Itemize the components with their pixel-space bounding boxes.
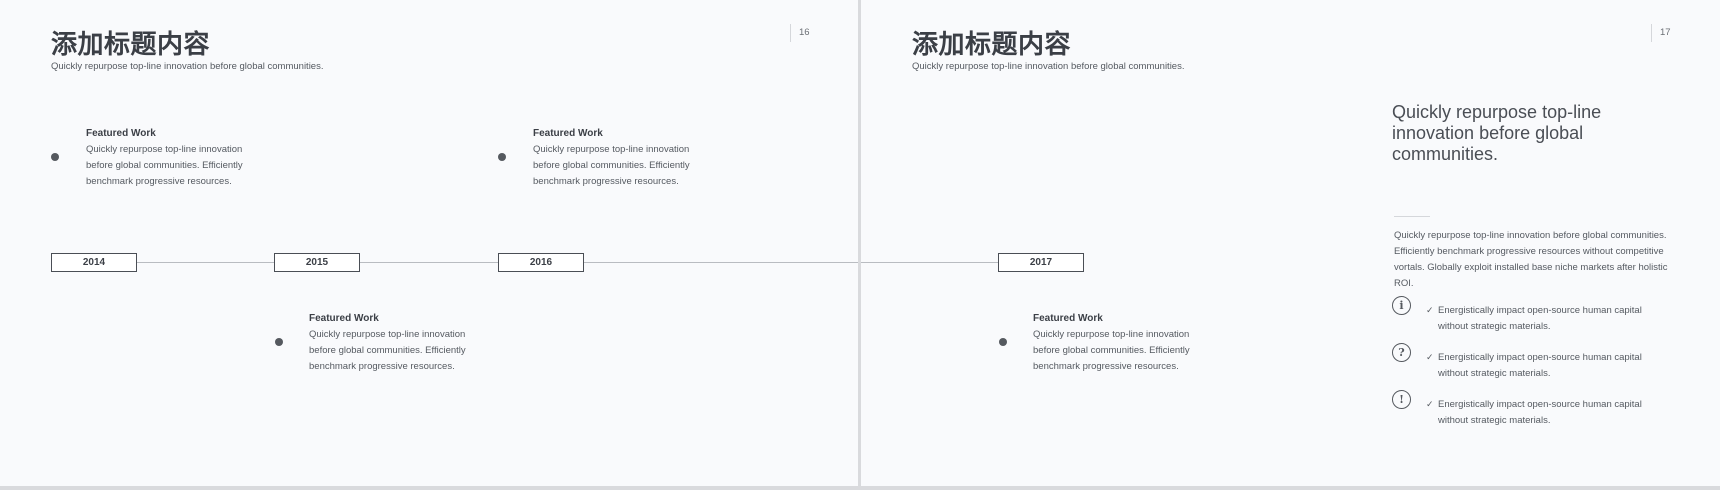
item-title: Featured Work — [533, 128, 603, 139]
body-paragraph: Quickly repurpose top-line innovation be… — [1394, 230, 1668, 289]
item-description: Quickly repurpose top-line innovation be… — [86, 144, 243, 187]
headline: Quickly repurpose top-line innovation be… — [1392, 102, 1602, 164]
item-description: Quickly repurpose top-line innovation be… — [533, 144, 690, 187]
item-title: Featured Work — [309, 313, 379, 324]
exclamation-icon: ! — [1392, 390, 1411, 409]
question-icon: ? — [1392, 343, 1411, 362]
check-icon: ✓ — [1426, 352, 1434, 362]
info-icon: i — [1392, 296, 1411, 315]
timeline-item-2015: Featured Work Quickly repurpose top-line… — [309, 313, 489, 375]
year-box-2016: 2016 — [498, 253, 584, 272]
slide-16: 添加标题内容 Quickly repurpose top-line innova… — [0, 0, 858, 486]
item-title: Featured Work — [1033, 313, 1103, 324]
year-box-2014: 2014 — [51, 253, 137, 272]
checklist-text: Energistically impact open-source human … — [1438, 399, 1642, 426]
item-description: Quickly repurpose top-line innovation be… — [1033, 329, 1190, 372]
checklist-item: i ✓ Energistically impact open-source hu… — [1392, 296, 1692, 332]
timeline-item-2014: Featured Work Quickly repurpose top-line… — [86, 128, 266, 190]
timeline-dot — [498, 153, 506, 161]
slide-title: 添加标题内容 — [51, 30, 211, 60]
item-description: Quickly repurpose top-line innovation be… — [309, 329, 466, 372]
checklist-item: ? ✓ Energistically impact open-source hu… — [1392, 343, 1692, 379]
slide-subtitle: Quickly repurpose top-line innovation be… — [912, 61, 1185, 72]
check-icon: ✓ — [1426, 305, 1434, 315]
timeline-dot — [275, 338, 283, 346]
timeline-item-2017: Featured Work Quickly repurpose top-line… — [1033, 313, 1213, 375]
checklist-text: Energistically impact open-source human … — [1438, 305, 1642, 332]
timeline-dot — [51, 153, 59, 161]
item-title: Featured Work — [86, 128, 156, 139]
page-number: 17 — [1651, 24, 1671, 42]
divider — [1394, 216, 1430, 217]
year-box-2015: 2015 — [274, 253, 360, 272]
timeline-item-2016: Featured Work Quickly repurpose top-line… — [533, 128, 713, 190]
check-icon: ✓ — [1426, 399, 1434, 409]
year-box-2017: 2017 — [998, 253, 1084, 272]
slide-title: 添加标题内容 — [912, 30, 1072, 60]
timeline-dot — [999, 338, 1007, 346]
checklist-text: Energistically impact open-source human … — [1438, 352, 1642, 379]
page-number: 16 — [790, 24, 810, 42]
checklist-item: ! ✓ Energistically impact open-source hu… — [1392, 390, 1692, 426]
slide-17: 添加标题内容 Quickly repurpose top-line innova… — [861, 0, 1720, 486]
slide-subtitle: Quickly repurpose top-line innovation be… — [51, 61, 324, 72]
timeline-line — [51, 262, 858, 263]
